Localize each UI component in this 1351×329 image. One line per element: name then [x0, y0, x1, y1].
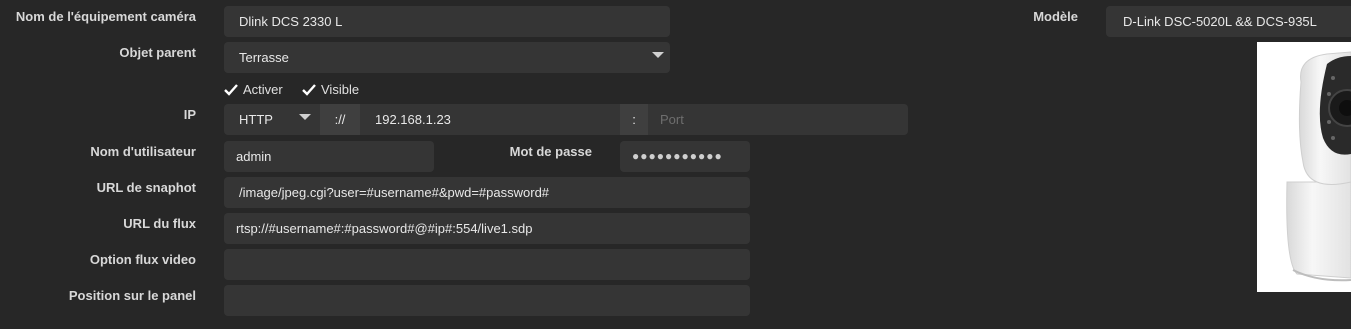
password-input[interactable]: ●●●●●●●●●●●	[620, 141, 750, 172]
username-input[interactable]: admin	[224, 141, 434, 172]
port-separator: :	[620, 104, 648, 135]
panel-position-label: Position sur le panel	[68, 288, 196, 303]
activer-label: Activer	[243, 82, 283, 97]
parent-object-select[interactable]: Terrasse	[224, 42, 670, 73]
snapshot-url-input[interactable]: /image/jpeg.cgi?user=#username#&pwd=#pas…	[224, 177, 750, 208]
camera-image	[1257, 42, 1351, 292]
parent-object-value: Terrasse	[239, 50, 289, 65]
stream-label: URL du flux	[123, 216, 196, 231]
model-label: Modèle	[1033, 9, 1078, 24]
camera-picture	[1286, 51, 1351, 282]
username-label: Nom d'utilisateur	[90, 144, 196, 159]
video-option-input[interactable]	[224, 249, 750, 280]
name-label: Nom de l'équipement caméra	[15, 9, 196, 24]
panel-position-input[interactable]	[224, 285, 750, 316]
protocol-separator: ://	[320, 104, 360, 135]
ip-address-input[interactable]: 192.168.1.23	[360, 104, 620, 135]
protocol-value: HTTP	[239, 112, 273, 127]
snapshot-label: URL de snaphot	[96, 180, 196, 195]
check-icon	[302, 84, 316, 96]
password-label: Mot de passe	[509, 144, 592, 159]
ip-label: IP	[183, 107, 196, 122]
parent-label: Objet parent	[119, 45, 196, 60]
visible-label: Visible	[321, 82, 360, 97]
port-placeholder: Port	[660, 112, 684, 127]
visible-checkbox[interactable]: Visible	[302, 82, 359, 97]
chevron-down-icon[interactable]	[299, 114, 311, 120]
stream-url-input[interactable]: rtsp://#username#:#password#@#ip#:554/li…	[224, 213, 750, 244]
video-option-label: Option flux video	[89, 252, 196, 267]
chevron-down-icon[interactable]	[652, 52, 664, 58]
check-icon	[224, 84, 238, 96]
model-select[interactable]: D-Link DSC-5020L && DCS-935L	[1106, 6, 1351, 37]
port-input[interactable]: Port	[648, 104, 908, 135]
equipment-name-input[interactable]: Dlink DCS 2330 L	[224, 6, 670, 37]
activer-checkbox[interactable]: Activer	[224, 82, 283, 97]
